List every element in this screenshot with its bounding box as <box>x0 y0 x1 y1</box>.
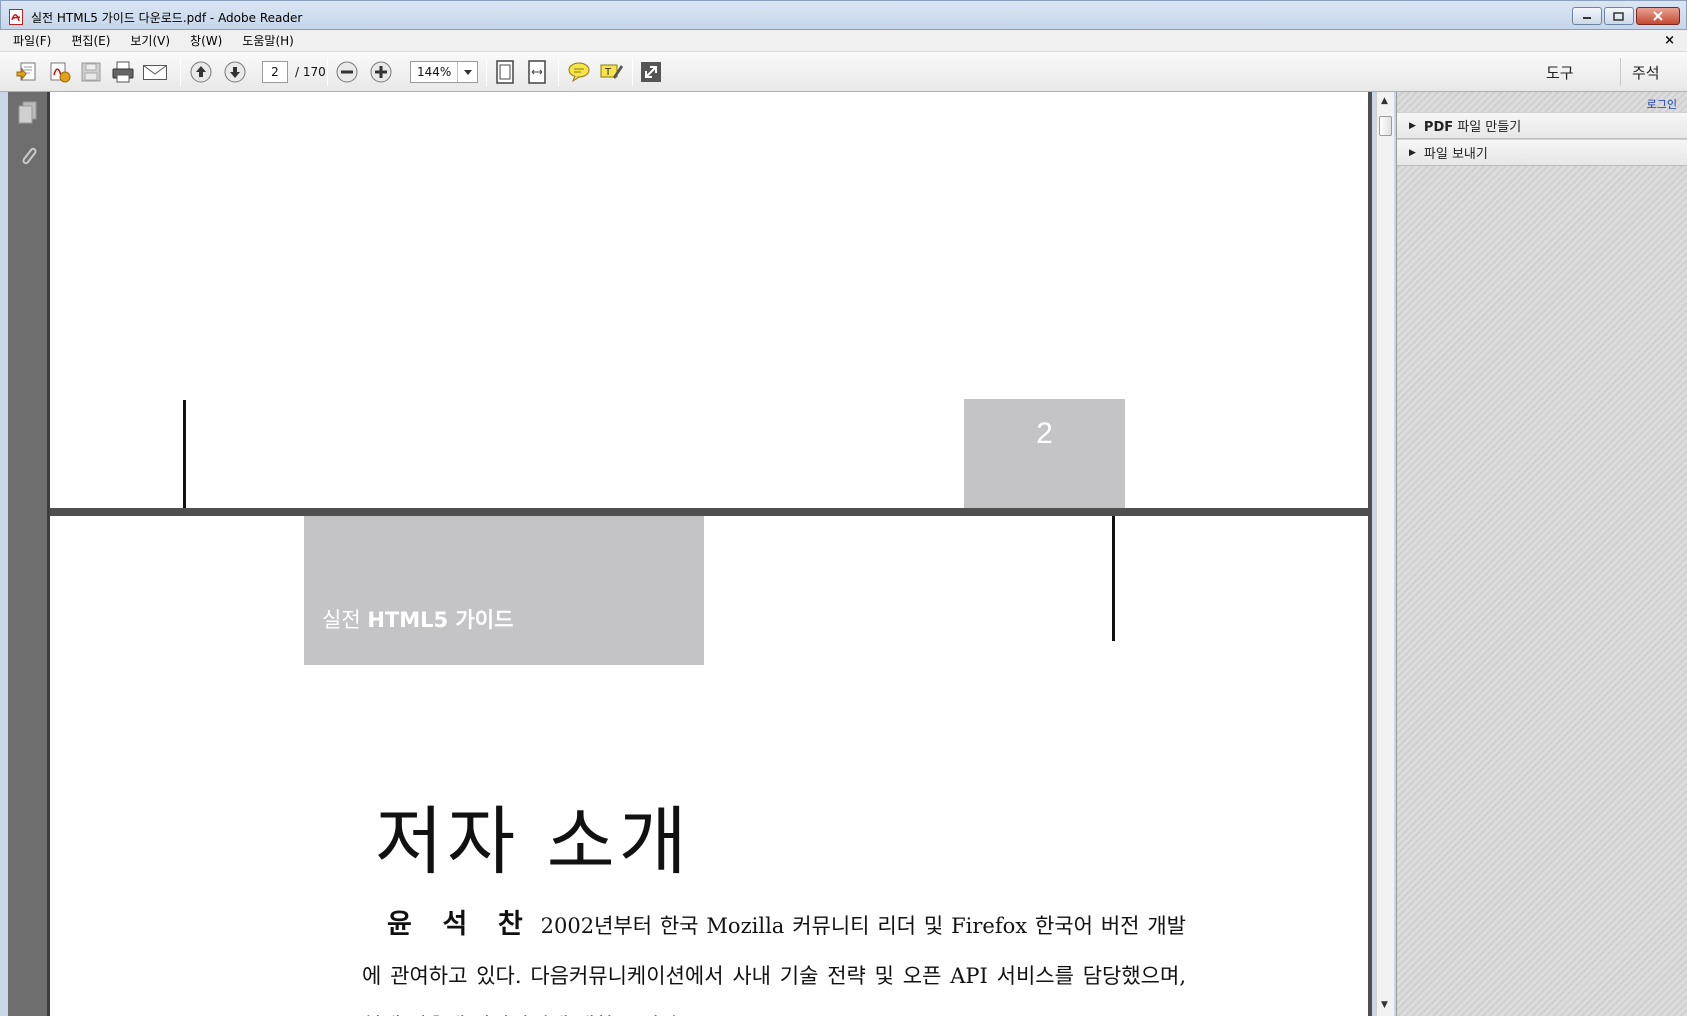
open-button[interactable] <box>14 60 40 84</box>
minimize-button[interactable] <box>1572 7 1602 25</box>
page-number-box: 2 <box>964 399 1125 508</box>
tools-task-pane: 로그인 ▶ PDF 파일 만들기 ▶ 파일 보내기 <box>1396 92 1687 1016</box>
window-title: 실전 HTML5 가이드 다운로드.pdf - Adobe Reader <box>31 11 303 25</box>
fit-page-icon <box>496 60 514 84</box>
restore-icon <box>1613 12 1624 21</box>
menu-file[interactable]: 파일(F) <box>10 30 54 51</box>
close-icon <box>1653 11 1663 21</box>
create-pdf-button[interactable] <box>46 60 72 84</box>
page-thumbnails-button[interactable] <box>15 100 41 126</box>
vertical-scrollbar[interactable]: ▲ ▼ <box>1376 92 1394 1016</box>
page-total-count: / 170 <box>295 65 326 79</box>
book-title-label: 실전 HTML5 가이드 <box>304 516 704 665</box>
fit-width-button[interactable] <box>524 60 550 84</box>
open-file-icon <box>16 62 36 81</box>
email-envelope-icon <box>143 65 167 80</box>
menu-edit[interactable]: 편집(E) <box>68 30 113 51</box>
email-button[interactable] <box>142 60 168 84</box>
crop-mark <box>183 400 186 508</box>
arrow-down-circle-icon <box>224 61 246 83</box>
minimize-icon <box>1583 17 1591 19</box>
pdf-file-icon <box>9 9 23 25</box>
menu-help[interactable]: 도움말(H) <box>239 30 297 51</box>
save-button[interactable] <box>78 60 104 84</box>
fit-page-button[interactable] <box>492 60 518 84</box>
triangle-right-icon: ▶ <box>1409 120 1416 131</box>
page-number-input[interactable]: 2 <box>262 61 288 83</box>
triangle-right-icon: ▶ <box>1409 147 1416 158</box>
menu-view[interactable]: 보기(V) <box>127 30 173 51</box>
book-title-text: 실전 HTML5 가이드 <box>322 608 514 632</box>
zoom-dropdown-arrow[interactable] <box>457 62 477 82</box>
page-separator <box>50 508 1368 516</box>
window-title-bar: 실전 HTML5 가이드 다운로드.pdf - Adobe Reader <box>0 0 1687 30</box>
create-pdf-icon <box>50 62 71 83</box>
save-icon <box>81 62 101 82</box>
panel-send-file-label: 파일 보내기 <box>1423 147 1488 162</box>
paperclip-icon <box>22 147 37 165</box>
arrow-up-circle-icon <box>190 61 212 83</box>
tab-tools[interactable]: 도구 <box>1540 62 1580 83</box>
crop-mark <box>1112 516 1115 641</box>
menu-window[interactable]: 창(W) <box>187 30 225 51</box>
print-icon <box>112 61 134 83</box>
scroll-thumb[interactable] <box>1379 116 1392 136</box>
next-page-button[interactable] <box>222 60 248 84</box>
close-window-button[interactable] <box>1636 7 1680 25</box>
maximize-button[interactable] <box>1604 7 1634 25</box>
zoom-level-select[interactable]: 144% <box>410 61 478 83</box>
attachments-button[interactable] <box>15 142 41 168</box>
panel-send-file[interactable]: ▶ 파일 보내기 <box>1397 139 1687 166</box>
zoom-in-button[interactable] <box>368 60 394 84</box>
close-document-button[interactable]: × <box>1664 33 1675 48</box>
menu-bar: 파일(F) 편집(E) 보기(V) 창(W) 도움말(H) × <box>0 30 1687 52</box>
author-name: 윤 석 찬 <box>387 909 533 940</box>
zoom-level-value: 144% <box>417 65 452 79</box>
highlight-text-button[interactable]: T <box>598 60 624 84</box>
tab-comment[interactable]: 주석 <box>1626 62 1666 83</box>
highlight-pen-icon: T <box>600 64 623 79</box>
svg-text:T: T <box>604 67 612 78</box>
print-button[interactable] <box>110 60 136 84</box>
expand-arrows-icon <box>641 62 661 82</box>
previous-page-button[interactable] <box>188 60 214 84</box>
zoom-in-plus-icon <box>370 61 392 83</box>
page-thumbnails-icon <box>18 101 37 124</box>
scroll-down-icon[interactable]: ▼ <box>1381 1000 1388 1010</box>
main-toolbar: 2 / 170 144% T 도구 주석 <box>0 52 1687 92</box>
chevron-down-icon <box>463 69 472 75</box>
expand-view-button[interactable] <box>638 60 664 84</box>
scroll-up-icon[interactable]: ▲ <box>1381 96 1388 106</box>
document-view[interactable]: 2 실전 HTML5 가이드 저자 소개 윤 석 찬 2002년부터 한국 Mo… <box>50 92 1372 1016</box>
author-bio-paragraph: 윤 석 찬 2002년부터 한국 Mozilla 커뮤니티 리더 및 Firef… <box>362 900 1186 1016</box>
login-link[interactable]: 로그인 <box>1647 96 1677 112</box>
panel-create-pdf-label: PDF 파일 만들기 <box>1423 120 1522 135</box>
zoom-out-minus-icon <box>336 61 358 83</box>
zoom-out-button[interactable] <box>334 60 360 84</box>
fit-width-icon <box>528 60 546 84</box>
section-heading: 저자 소개 <box>375 799 691 885</box>
sticky-note-button[interactable] <box>566 60 592 84</box>
panel-create-pdf[interactable]: ▶ PDF 파일 만들기 <box>1397 112 1687 139</box>
navigation-pane <box>8 92 50 1016</box>
comment-bubble-icon <box>568 62 590 83</box>
